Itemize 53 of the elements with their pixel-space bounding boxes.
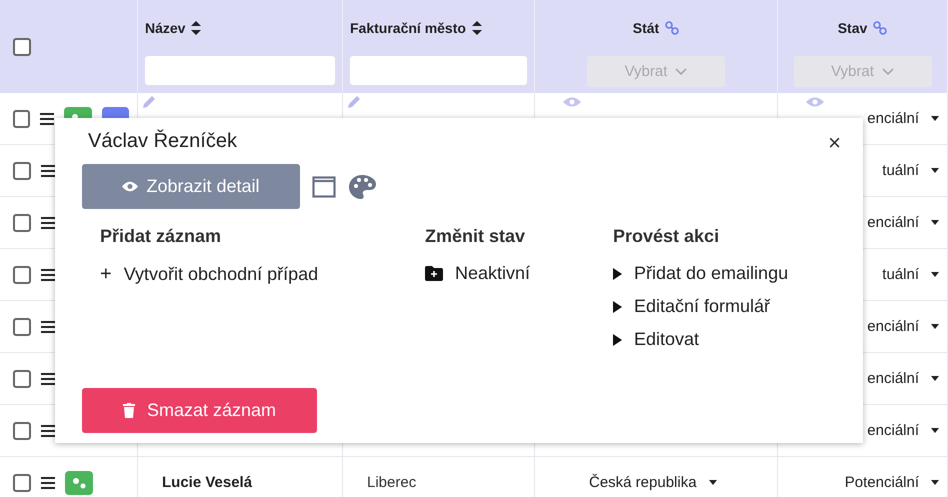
checkbox[interactable] [13, 38, 31, 56]
detail-button[interactable]: Zobrazit detail [82, 164, 300, 209]
checkbox[interactable] [13, 422, 31, 440]
palette-icon[interactable] [348, 174, 376, 200]
section-heading: Změnit stav [425, 224, 526, 248]
eye-icon [563, 97, 581, 107]
filter-field[interactable] [145, 56, 335, 85]
column-header[interactable]: Stav [838, 20, 868, 36]
menu-icon[interactable] [41, 216, 55, 228]
checkbox[interactable] [13, 110, 30, 128]
close-button[interactable]: × [828, 130, 841, 156]
eye-icon [122, 181, 138, 192]
checkbox[interactable] [13, 162, 31, 180]
sort-icon[interactable] [472, 21, 482, 35]
folder-icon [425, 266, 443, 281]
chevron-icon [882, 68, 894, 76]
menu-icon[interactable] [40, 112, 54, 124]
section-heading: Přidat záznam [100, 224, 222, 248]
column-header[interactable]: Název [145, 20, 186, 36]
checkbox[interactable] [13, 214, 31, 232]
menu-item[interactable]: Editovat [613, 329, 788, 350]
delete-button[interactable]: Smazat záznam [82, 388, 317, 433]
sort-icon[interactable] [191, 21, 202, 35]
menu-icon[interactable] [41, 424, 55, 436]
checkbox[interactable] [13, 370, 31, 388]
menu-item[interactable]: Přidat do emailingu [613, 263, 788, 284]
window-icon[interactable] [312, 176, 336, 198]
link-icon[interactable] [665, 21, 680, 35]
table-cell: Liberec [367, 474, 416, 491]
menu-icon[interactable] [41, 320, 55, 332]
state-dropdown[interactable]: Česká republika [589, 474, 717, 491]
column-header[interactable]: Stát [632, 20, 660, 36]
menu-icon[interactable] [41, 164, 55, 176]
gears-icon[interactable] [65, 470, 93, 494]
section-heading: Provést akci [613, 224, 720, 248]
chevron-icon [675, 68, 688, 76]
column-header[interactable]: Fakturační město [350, 20, 466, 36]
menu-item[interactable]: + Vytvořit obchodní případ [100, 263, 425, 286]
eye-icon [806, 97, 824, 107]
link-icon[interactable] [873, 21, 888, 35]
trash-icon [122, 403, 135, 418]
menu-icon[interactable] [41, 476, 55, 488]
menu-icon[interactable] [41, 268, 55, 280]
menu-icon[interactable] [41, 372, 55, 384]
checkbox[interactable] [13, 474, 31, 492]
menu-item[interactable]: Neaktivní [425, 263, 613, 284]
menu-item[interactable]: Editační formulář [613, 296, 788, 317]
status-dropdown[interactable]: Potenciální [786, 474, 939, 491]
filter-field[interactable] [350, 56, 527, 85]
popup-title: Václav Řezníček [87, 130, 237, 154]
checkbox[interactable] [13, 318, 31, 336]
table-cell: Lucie Veselá [162, 474, 252, 491]
checkbox[interactable] [13, 266, 31, 284]
